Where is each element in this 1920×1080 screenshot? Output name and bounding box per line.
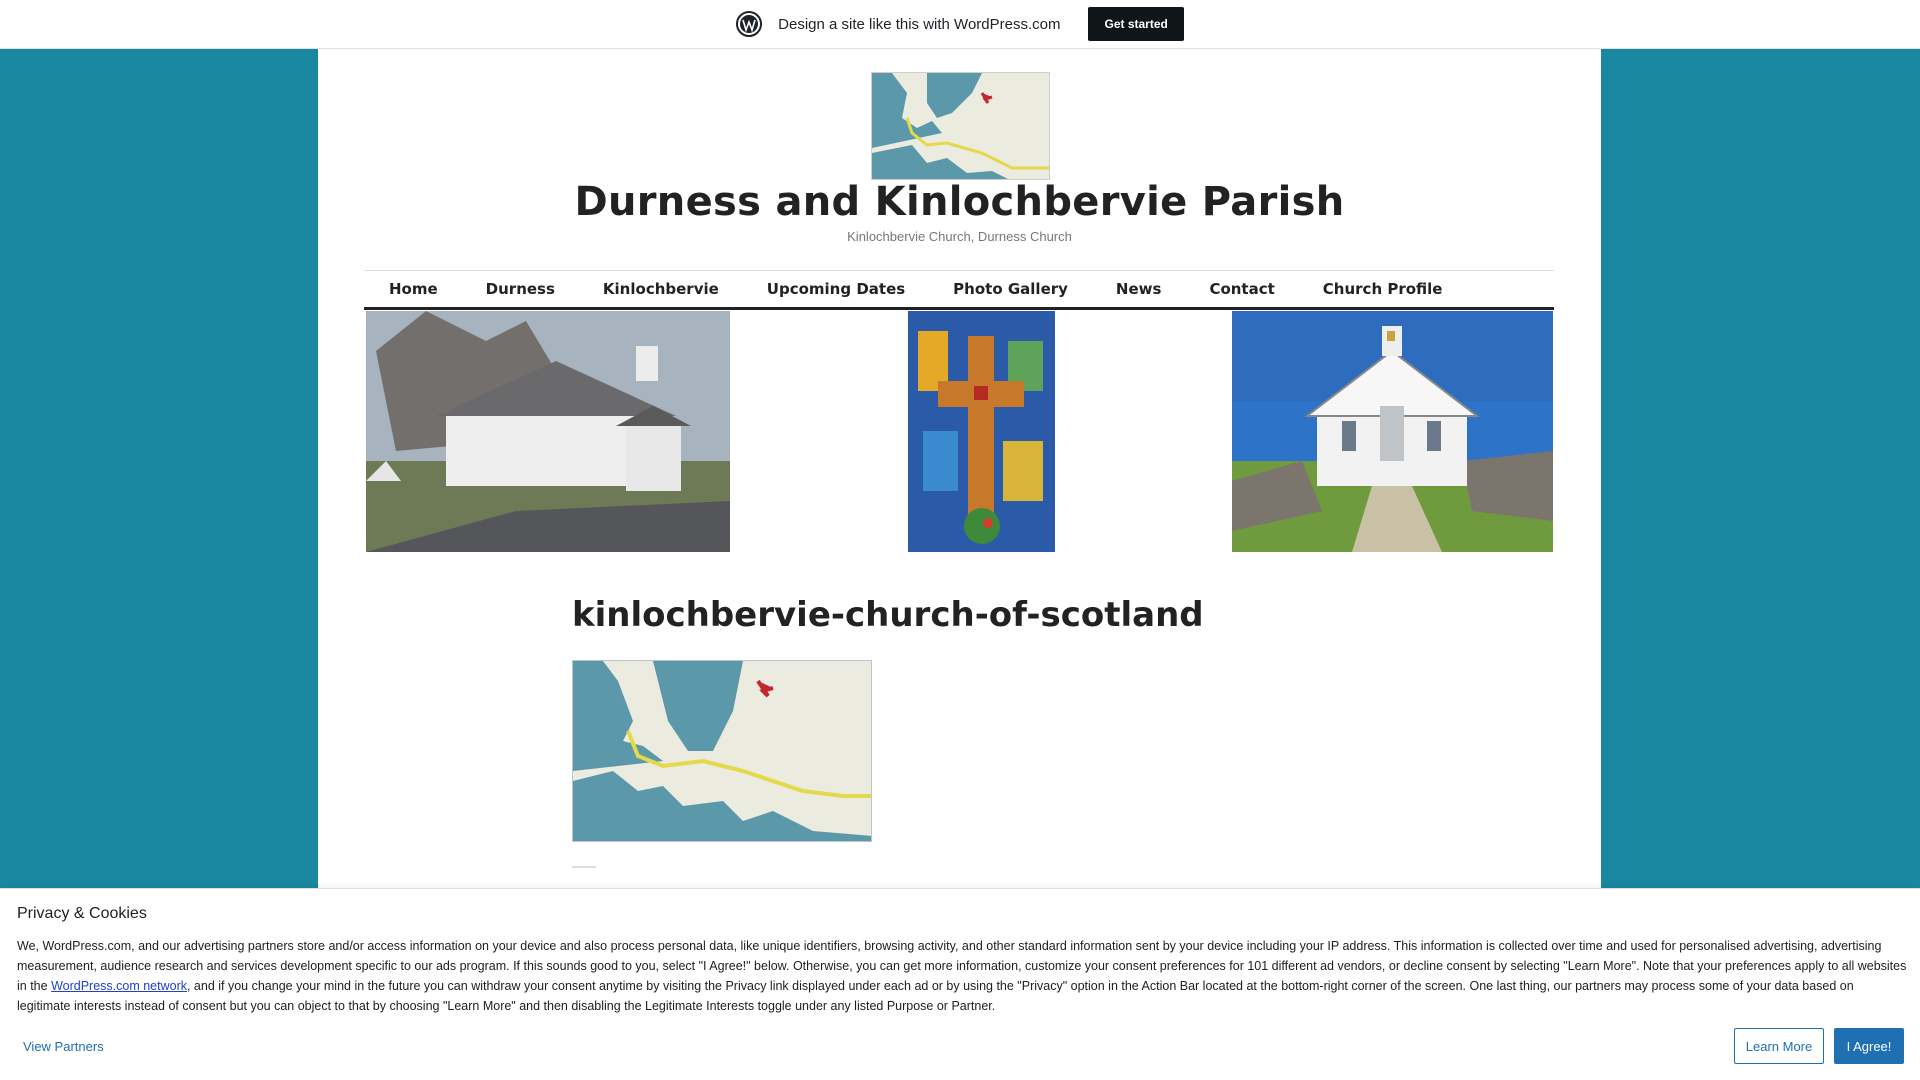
entry-map-image[interactable] [572, 660, 872, 842]
nav-item-kinlochbervie[interactable]: Kinlochbervie [603, 280, 719, 298]
nav-item-upcoming-dates[interactable]: Upcoming Dates [767, 280, 905, 298]
wordpress-promo-bar: Design a site like this with WordPress.c… [0, 0, 1920, 49]
cookie-banner: Privacy & Cookies We, WordPress.com, and… [0, 888, 1920, 1080]
cookie-body-text: We, WordPress.com, and our advertising p… [17, 936, 1907, 1016]
wordpress-logo-icon[interactable] [736, 11, 763, 37]
learn-more-button[interactable]: Learn More [1734, 1028, 1824, 1064]
main-navigation: Home Durness Kinlochbervie Upcoming Date… [364, 270, 1554, 310]
header-image-church-durness [366, 311, 730, 552]
promo-text: Design a site like this with WordPress.c… [778, 15, 1061, 33]
site-title[interactable]: Durness and Kinlochbervie Parish [318, 179, 1601, 225]
header-image-stained-glass [908, 311, 1055, 552]
site-description: Kinlochbervie Church, Durness Church [847, 229, 1072, 244]
header-image-church-kinlochbervie [1232, 311, 1553, 552]
nav-item-church-profile[interactable]: Church Profile [1323, 280, 1443, 298]
view-partners-link[interactable]: View Partners [23, 1039, 104, 1054]
nav-item-photo-gallery[interactable]: Photo Gallery [953, 280, 1068, 298]
cookie-title: Privacy & Cookies [17, 905, 147, 922]
cookie-body-part2: , and if you change your mind in the fut… [17, 979, 1854, 1013]
wordpress-network-link[interactable]: WordPress.com network [51, 979, 187, 993]
map-image [872, 73, 1049, 179]
nav-item-news[interactable]: News [1116, 280, 1162, 298]
entry-separator [572, 866, 596, 868]
nav-item-contact[interactable]: Contact [1209, 280, 1274, 298]
site-logo-map[interactable] [871, 72, 1050, 180]
nav-item-home[interactable]: Home [389, 280, 438, 298]
entry-title: kinlochbervie-church-of-scotland [572, 595, 1204, 635]
get-started-button[interactable]: Get started [1088, 7, 1184, 41]
nav-item-durness[interactable]: Durness [486, 280, 555, 298]
i-agree-button[interactable]: I Agree! [1834, 1028, 1904, 1064]
